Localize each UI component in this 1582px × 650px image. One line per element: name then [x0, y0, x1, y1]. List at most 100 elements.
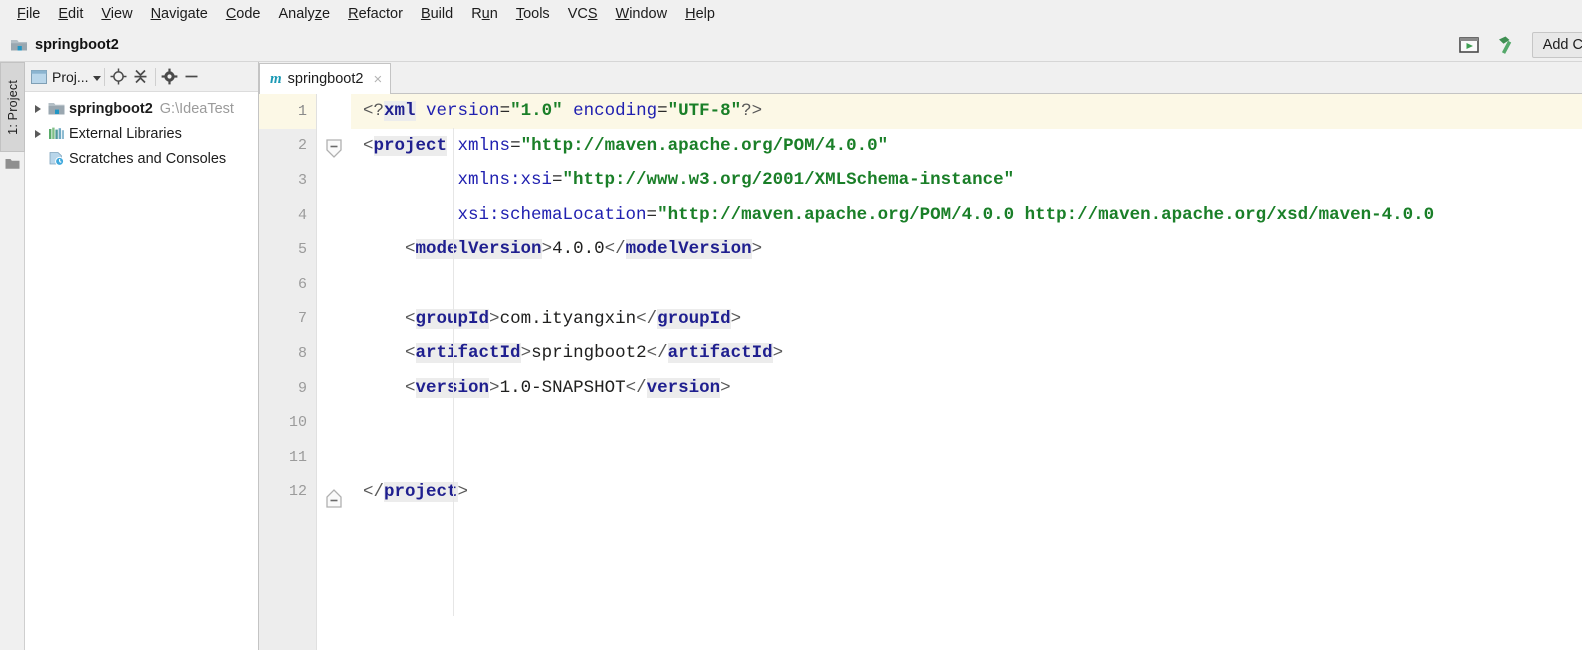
code-line[interactable] [351, 440, 1582, 475]
line-number: 1 [259, 94, 316, 129]
code-token: artifactId [667, 343, 773, 364]
line-number: 6 [297, 275, 307, 293]
breadcrumb-project-name: springboot2 [35, 36, 119, 53]
menu-item-help[interactable]: Help [676, 2, 724, 26]
expand-arrow-icon-2[interactable] [29, 129, 47, 138]
project-panel-header: Proj... [25, 62, 258, 92]
code-folding-strip [317, 94, 351, 650]
code-line[interactable]: </project> [351, 475, 1582, 510]
menu-item-run[interactable]: Run [462, 2, 507, 26]
code-lines: <?xml version="1.0" encoding="UTF-8"?> <p… [351, 94, 1582, 509]
folder-icon [5, 157, 20, 170]
collapse-all-icon[interactable] [130, 66, 152, 88]
settings-gear-icon[interactable] [159, 66, 181, 88]
close-icon[interactable]: × [373, 71, 382, 88]
line-number: 12 [288, 483, 307, 501]
tree-node-scratches-and-consoles[interactable]: Scratches and Consoles [25, 146, 258, 171]
code-token: artifactId [415, 343, 521, 364]
tree-node-springboot2[interactable]: springboot2 G:\IdeaTest [25, 96, 258, 121]
menu-item-build[interactable]: Build [412, 2, 462, 26]
code-line[interactable]: xmlns:xsi="http://www.w3.org/2001/XMLSch… [351, 163, 1582, 198]
editor-tab-springboot2[interactable]: m springboot2 × [259, 63, 392, 94]
code-token: "1.0" [510, 101, 563, 121]
libraries-icon [47, 126, 66, 141]
code-editor[interactable]: 1 2 3 4 5 6 7 8 9 10 11 12 <?xml version… [259, 94, 1582, 650]
code-token: xml [384, 101, 416, 121]
tree-node-label: springboot2 [69, 100, 153, 117]
project-view-icon [31, 69, 47, 84]
idea-window: File Edit View Navigate Code Analyze Ref… [0, 0, 1582, 650]
code-token: encoding [573, 101, 658, 121]
code-token: </ [363, 481, 385, 502]
code-line[interactable]: <groupId>com.ityangxin</groupId> [351, 302, 1582, 337]
project-view-selector-label: Proj... [52, 68, 89, 85]
code-line[interactable]: <project xmlns="http://maven.apache.org/… [351, 129, 1582, 164]
menu-item-navigate[interactable]: Navigate [142, 2, 217, 26]
maven-m-icon: m [270, 70, 282, 87]
run-console-icon[interactable] [1456, 32, 1482, 58]
code-token: version [426, 101, 500, 121]
line-number: 8 [297, 344, 307, 362]
menu-item-refactor[interactable]: Refactor [339, 2, 412, 26]
breadcrumb[interactable]: springboot2 [0, 37, 119, 53]
code-text-area[interactable]: <?xml version="1.0" encoding="UTF-8"?> <p… [351, 94, 1582, 650]
code-token: < [405, 343, 416, 364]
menu-item-edit[interactable]: Edit [49, 2, 92, 26]
code-token: > [457, 481, 469, 502]
menu-item-window[interactable]: Window [607, 2, 677, 26]
build-hammer-icon[interactable] [1494, 32, 1520, 58]
menu-item-file[interactable]: File [8, 2, 49, 26]
line-number: 9 [297, 379, 307, 397]
add-configuration-label: Add C [1542, 36, 1582, 53]
code-line[interactable]: <?xml version="1.0" encoding="UTF-8"?> [351, 94, 1582, 129]
code-token: < [405, 377, 416, 398]
add-configuration-button[interactable]: Add C [1531, 31, 1582, 58]
fold-collapse-up-icon[interactable] [323, 487, 345, 509]
code-line[interactable] [351, 405, 1582, 440]
menu-item-tools[interactable]: Tools [507, 2, 559, 26]
code-line[interactable]: xsi:schemaLocation="http://maven.apache.… [351, 198, 1582, 233]
line-number: 2 [297, 137, 307, 155]
toolbar-divider-2 [154, 67, 156, 86]
code-token: 1.0-SNAPSHOT [499, 377, 626, 398]
tree-node-external-libraries[interactable]: External Libraries [25, 121, 258, 146]
code-token: </ [646, 343, 668, 364]
code-line[interactable]: <version>1.0-SNAPSHOT</version> [351, 371, 1582, 406]
code-token: = [646, 204, 658, 225]
hide-minimize-icon[interactable] [181, 66, 203, 88]
menu-item-vcs[interactable]: VCS [559, 2, 607, 26]
tool-window-button-label: 1: Project [5, 79, 20, 135]
line-number: 3 [297, 171, 307, 189]
scratches-icon [47, 151, 66, 166]
code-token: <? [363, 101, 385, 121]
code-token: modelVersion [415, 239, 542, 260]
line-number: 5 [297, 241, 307, 259]
code-token: > [541, 239, 553, 260]
menu-item-analyze[interactable]: Analyze [270, 2, 340, 26]
code-line[interactable] [351, 267, 1582, 302]
code-token: > [730, 308, 742, 329]
tool-window-button-project[interactable]: 1: Project [0, 62, 25, 152]
code-token: project [373, 135, 448, 156]
line-number: 10 [288, 414, 307, 432]
module-folder-icon [47, 101, 66, 116]
code-token: groupId [657, 308, 731, 329]
code-line[interactable]: <artifactId>springboot2</artifactId> [351, 336, 1582, 371]
chevron-down-icon[interactable] [92, 75, 101, 81]
expand-arrow-icon[interactable] [29, 104, 47, 113]
fold-collapse-down-icon[interactable] [323, 138, 345, 160]
menu-item-code[interactable]: Code [217, 2, 270, 26]
code-token: > [489, 377, 500, 398]
code-token: xmlns:xsi [457, 170, 553, 191]
toolbar-divider [103, 67, 105, 86]
code-line[interactable]: <modelVersion>4.0.0</modelVersion> [351, 232, 1582, 267]
menu-item-view[interactable]: View [92, 2, 141, 26]
line-number-gutter: 1 2 3 4 5 6 7 8 9 10 11 12 [259, 94, 317, 650]
locate-target-icon[interactable] [108, 66, 130, 88]
code-token: version [646, 377, 721, 398]
